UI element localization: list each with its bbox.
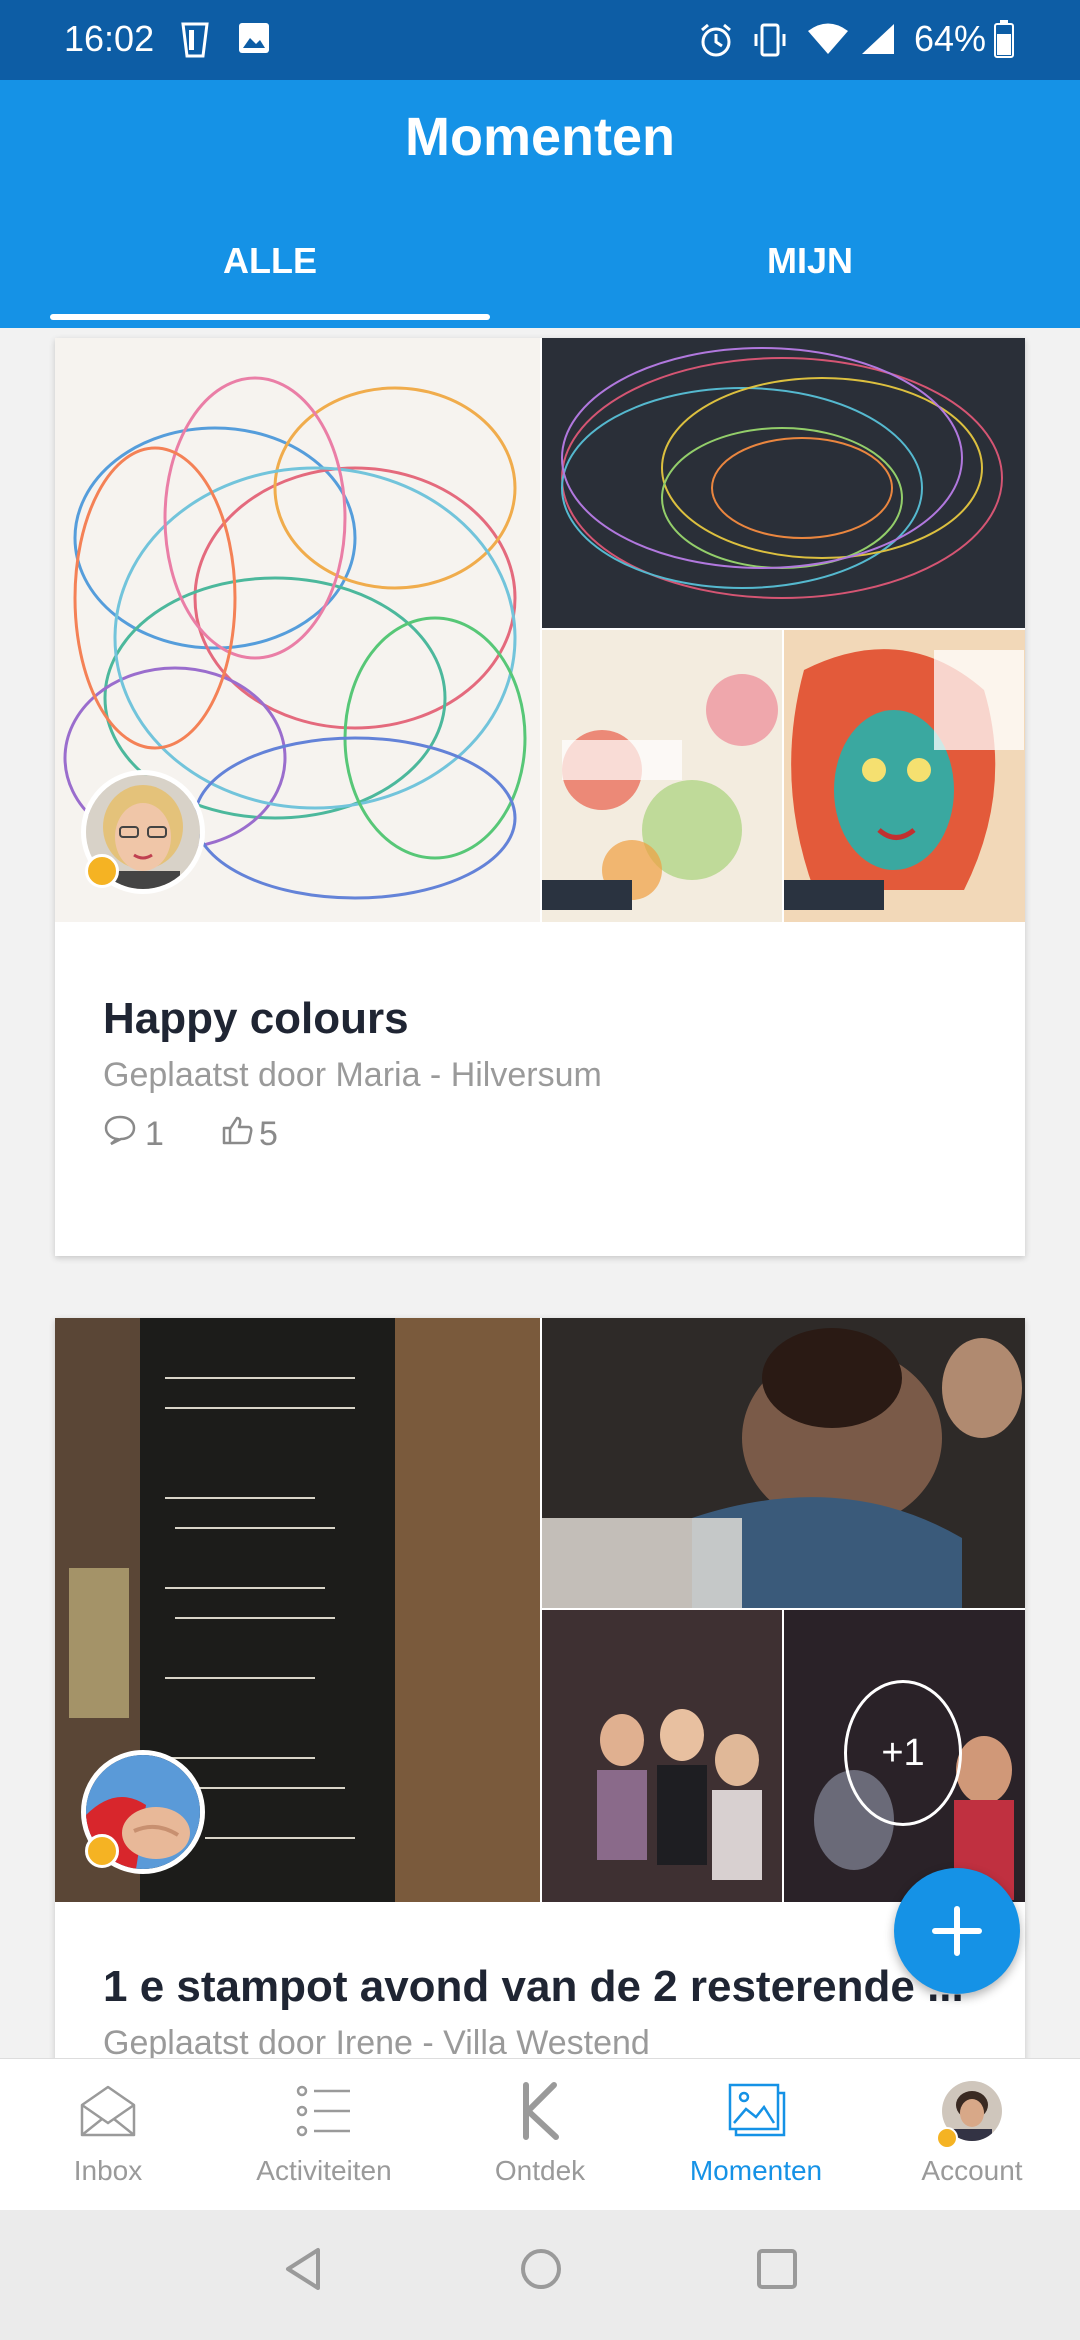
collage-photo[interactable] — [784, 630, 1025, 922]
collage-photo[interactable] — [542, 1318, 1025, 1608]
signal-icon — [860, 22, 896, 61]
nav-item-activiteiten[interactable]: Activiteiten — [216, 2059, 432, 2211]
image-icon — [238, 22, 270, 59]
back-icon[interactable] — [282, 2246, 328, 2297]
nav-label: Momenten — [689, 2155, 823, 2186]
list-icon — [294, 2081, 354, 2141]
app-header: Momenten ALLE MIJN — [0, 80, 1080, 328]
tab-indicator — [50, 314, 490, 320]
moment-author: Geplaatst door Maria - Hilversum — [103, 1056, 602, 1094]
collage-photo[interactable] — [542, 630, 782, 922]
like-count-value: 5 — [259, 1115, 278, 1153]
nav-item-momenten[interactable]: Momenten — [648, 2059, 864, 2211]
author-avatar[interactable] — [81, 1750, 205, 1874]
wifi-icon — [806, 22, 850, 61]
recent-apps-icon[interactable] — [754, 2246, 800, 2297]
moments-feed[interactable]: Happy colours Geplaatst door Maria - Hil… — [0, 328, 1080, 2058]
alarm-icon — [698, 22, 734, 63]
ambassador-badge-icon — [85, 854, 119, 888]
photos-icon — [726, 2081, 786, 2141]
comment-count[interactable]: 1 — [103, 1114, 164, 1155]
moment-title[interactable]: 1 e stampot avond van de 2 resterende ..… — [103, 1962, 1003, 2012]
plus-icon — [932, 1906, 982, 1956]
glass-icon — [180, 22, 210, 63]
moment-author: Geplaatst door Irene - Villa Westend — [103, 2024, 650, 2058]
status-time: 16:02 — [64, 18, 155, 59]
collage-photo[interactable] — [542, 1610, 782, 1902]
battery-icon — [994, 20, 1014, 63]
nav-label: Inbox — [73, 2155, 143, 2186]
system-navigation-bar — [0, 2210, 1080, 2340]
comment-count-value: 1 — [145, 1115, 164, 1153]
nav-label: Activiteiten — [256, 2155, 392, 2186]
moment-card[interactable]: +1 1 e stampot avond van de 2 resterende… — [55, 1318, 1025, 2058]
page-title: Momenten — [405, 107, 675, 167]
thumbs-up-icon — [221, 1114, 255, 1155]
collage-photo[interactable] — [542, 338, 1025, 628]
battery-level: 64% — [914, 18, 987, 59]
nav-item-inbox[interactable]: Inbox — [0, 2059, 216, 2211]
nav-label: Account — [921, 2155, 1023, 2186]
ambassador-badge-icon — [85, 1834, 119, 1868]
add-moment-button[interactable] — [894, 1868, 1020, 1994]
vibrate-icon — [752, 22, 788, 63]
moment-title[interactable]: Happy colours — [103, 994, 409, 1044]
collage-photo[interactable]: +1 — [784, 1610, 1025, 1902]
bottom-navigation: Inbox Activiteiten Ontdek Momenten Accou… — [0, 2058, 1080, 2210]
ambassador-badge-icon — [936, 2127, 958, 2149]
nav-item-ontdek[interactable]: Ontdek — [432, 2059, 648, 2211]
author-avatar[interactable] — [81, 770, 205, 894]
envelope-icon — [78, 2081, 138, 2141]
more-photos-count[interactable]: +1 — [844, 1680, 962, 1826]
like-count[interactable]: 5 — [221, 1114, 278, 1155]
moment-card[interactable]: Happy colours Geplaatst door Maria - Hil… — [55, 338, 1025, 1256]
nav-item-account[interactable]: Account — [864, 2059, 1080, 2211]
k-logo-icon — [510, 2081, 570, 2141]
nav-label: Ontdek — [494, 2155, 586, 2186]
home-icon[interactable] — [518, 2246, 564, 2297]
comment-icon — [103, 1114, 137, 1155]
tab-mijn[interactable]: MIJN — [540, 240, 1080, 328]
status-bar: 16:02 64% — [0, 0, 1080, 80]
